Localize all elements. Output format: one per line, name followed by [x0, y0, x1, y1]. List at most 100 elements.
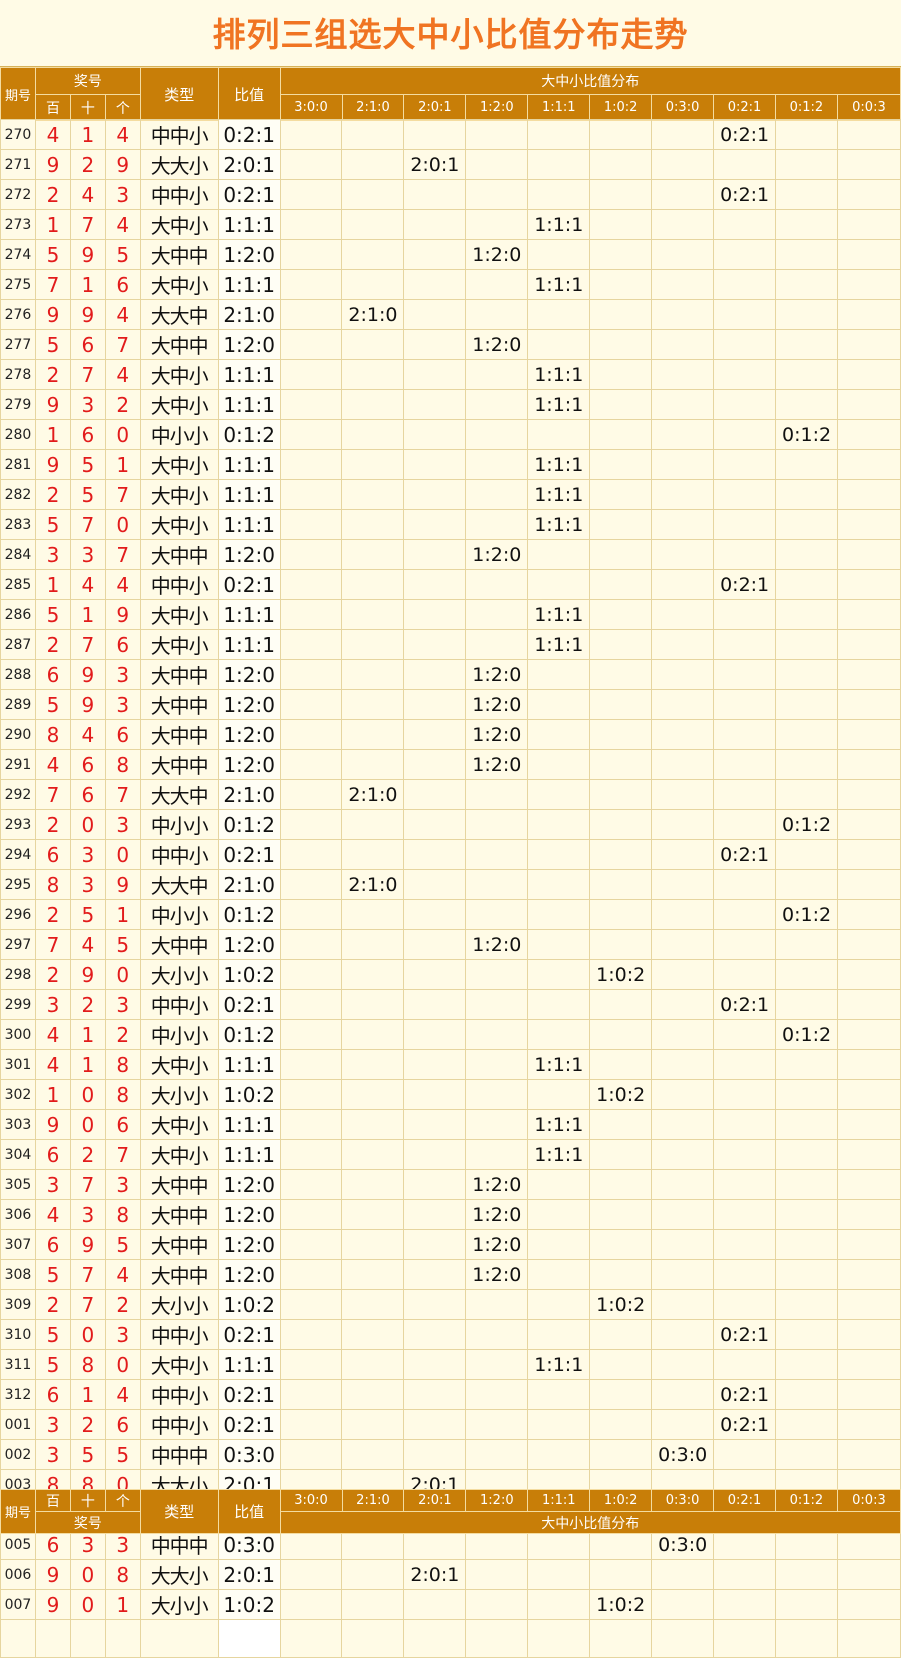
distribution-mark: 0:3:0 — [651, 1439, 715, 1470]
digit-hundreds-cell: 3 — [34, 1439, 71, 1470]
digit-units-cell: 3 — [104, 1169, 141, 1200]
distribution-cell — [465, 179, 529, 210]
distribution-cell — [403, 899, 467, 930]
period-cell: 303 — [0, 1109, 36, 1140]
digit-tens-cell: 0 — [69, 809, 106, 840]
table-row: 276 9 9 4 大大中 2:1:0 2:1:0 — [0, 299, 901, 330]
distribution-cell — [341, 1259, 405, 1290]
ratio-cell: 1:2:0 — [217, 1259, 281, 1290]
ratio-cell: 1:2:0 — [217, 659, 281, 690]
distribution-cell — [527, 809, 591, 840]
distribution-mark: 1:0:2 — [589, 1079, 653, 1110]
distribution-mark: 1:1:1 — [527, 629, 591, 660]
footer-distribution: 大中小比值分布 — [279, 1511, 901, 1534]
distribution-cell — [465, 869, 529, 900]
footer-ratio-col: 0:3:0 — [651, 1489, 715, 1512]
digit-units-cell: 3 — [104, 1529, 141, 1560]
distribution-cell — [279, 149, 343, 180]
distribution-cell — [837, 899, 901, 930]
ratio-cell: 1:1:1 — [217, 599, 281, 630]
distribution-mark: 0:2:1 — [713, 569, 777, 600]
digit-units-cell: 3 — [104, 809, 141, 840]
digit-hundreds-cell: 5 — [34, 599, 71, 630]
distribution-cell — [775, 239, 839, 270]
digit-tens-cell: 3 — [69, 869, 106, 900]
distribution-cell — [589, 569, 653, 600]
digit-hundreds-cell: 6 — [34, 1529, 71, 1560]
footer-ratio-col: 0:2:1 — [713, 1489, 776, 1512]
distribution-cell — [527, 1529, 591, 1560]
distribution-cell — [775, 1409, 839, 1440]
distribution-cell — [837, 389, 901, 420]
distribution-cell — [837, 149, 901, 180]
distribution-cell — [527, 689, 591, 720]
distribution-cell — [651, 269, 715, 300]
distribution-cell — [713, 299, 777, 330]
distribution-cell — [279, 809, 343, 840]
distribution-cell — [279, 449, 343, 480]
distribution-cell — [651, 479, 715, 510]
period-cell: 279 — [0, 389, 36, 420]
distribution-cell — [837, 779, 901, 810]
distribution-cell — [775, 509, 839, 540]
digit-units-cell: 6 — [104, 269, 141, 300]
table-row: 305 3 7 3 大中中 1:2:0 1:2:0 — [0, 1169, 901, 1200]
distribution-cell — [527, 1559, 591, 1590]
type-cell: 大中小 — [139, 1349, 219, 1380]
type-cell: 中小小 — [139, 899, 219, 930]
distribution-cell — [279, 689, 343, 720]
digit-hundreds-cell: 5 — [34, 1349, 71, 1380]
ratio-cell: 1:1:1 — [217, 1349, 281, 1380]
distribution-cell — [403, 269, 467, 300]
distribution-cell — [403, 539, 467, 570]
table-row: 006 9 0 8 大大小 2:0:1 2:0:1 — [0, 1559, 901, 1590]
distribution-cell — [775, 959, 839, 990]
digit-tens-cell: 7 — [69, 1289, 106, 1320]
distribution-cell — [775, 629, 839, 660]
blank-cell — [217, 1619, 281, 1658]
distribution-cell — [589, 779, 653, 810]
distribution-cell — [713, 1049, 777, 1080]
ratio-cell: 0:2:1 — [217, 119, 281, 150]
digit-hundreds-cell: 1 — [34, 569, 71, 600]
distribution-cell — [837, 599, 901, 630]
distribution-cell — [589, 299, 653, 330]
table-row: 288 6 9 3 大中中 1:2:0 1:2:0 — [0, 659, 901, 690]
distribution-cell — [837, 1439, 901, 1470]
distribution-cell — [403, 1319, 467, 1350]
distribution-cell — [775, 389, 839, 420]
page-title: 排列三组选大中小比值分布走势 — [0, 0, 901, 67]
distribution-cell — [589, 659, 653, 690]
distribution-cell — [775, 1259, 839, 1290]
distribution-cell — [341, 509, 405, 540]
distribution-mark: 0:1:2 — [775, 419, 839, 450]
distribution-cell — [527, 1289, 591, 1320]
distribution-mark: 1:0:2 — [589, 1589, 653, 1620]
table-row: 279 9 3 2 大中小 1:1:1 1:1:1 — [0, 389, 901, 420]
distribution-cell — [279, 329, 343, 360]
distribution-cell — [837, 479, 901, 510]
distribution-cell — [403, 929, 467, 960]
type-cell: 中小小 — [139, 809, 219, 840]
footer-digit-tens: 十 — [69, 1489, 106, 1512]
digit-hundreds-cell: 3 — [34, 539, 71, 570]
distribution-cell — [713, 809, 777, 840]
distribution-cell — [837, 209, 901, 240]
distribution-cell — [651, 749, 715, 780]
type-cell: 大中小 — [139, 359, 219, 390]
table-row: 284 3 3 7 大中中 1:2:0 1:2:0 — [0, 539, 901, 570]
digit-units-cell: 7 — [104, 479, 141, 510]
type-cell: 大中中 — [139, 719, 219, 750]
distribution-cell — [279, 119, 343, 150]
distribution-cell — [341, 749, 405, 780]
table-row: 303 9 0 6 大中小 1:1:1 1:1:1 — [0, 1109, 901, 1140]
digit-tens-cell: 2 — [69, 989, 106, 1020]
distribution-cell — [527, 749, 591, 780]
distribution-cell — [279, 1319, 343, 1350]
blank-cell — [279, 1619, 343, 1658]
distribution-cell — [279, 419, 343, 450]
digit-units-cell: 8 — [104, 1049, 141, 1080]
distribution-mark: 1:1:1 — [527, 449, 591, 480]
type-cell: 大小小 — [139, 1289, 219, 1320]
ratio-cell: 1:2:0 — [217, 1199, 281, 1230]
